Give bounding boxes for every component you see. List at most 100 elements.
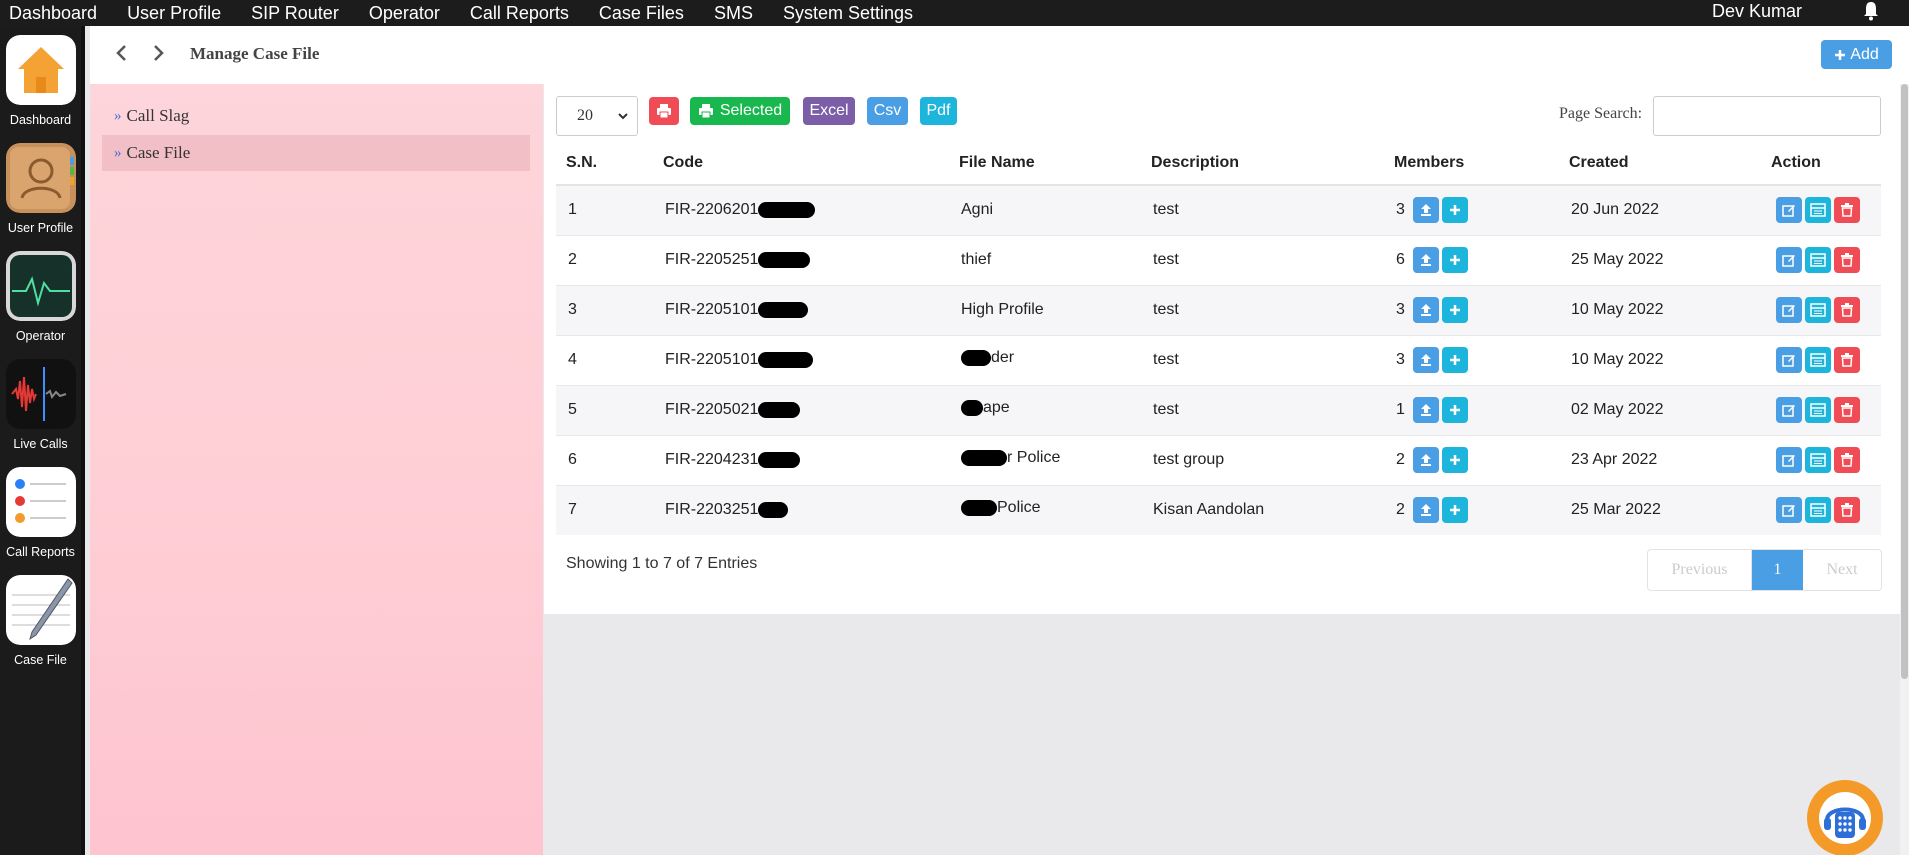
menu-call-reports[interactable]: Call Reports [470, 3, 569, 24]
table-row[interactable]: 3 FIR-2205101 High Profile test 3 10 May 2022 [556, 284, 1881, 335]
table-row[interactable]: 5 FIR-2205021 ape test 1 02 May 2022 [556, 384, 1881, 435]
scrollbar-thumb[interactable] [1901, 84, 1908, 679]
edit-icon [1782, 205, 1795, 217]
csv-button[interactable]: Csv [867, 97, 908, 125]
menu-user-profile[interactable]: User Profile [127, 3, 221, 24]
edit-button[interactable] [1776, 247, 1802, 273]
col-sn[interactable]: S.N. [556, 141, 653, 186]
print-button[interactable] [649, 97, 679, 125]
view-button[interactable] [1805, 397, 1831, 423]
cell-description: test [1141, 384, 1384, 435]
upload-members-button[interactable] [1413, 247, 1439, 273]
col-file-name[interactable]: File Name [949, 141, 1141, 186]
edit-button[interactable] [1776, 497, 1802, 524]
menu-sms[interactable]: SMS [714, 3, 753, 24]
add-member-button[interactable] [1442, 197, 1468, 224]
created-date: 25 Mar 2022 [1571, 501, 1661, 519]
dock-user-profile[interactable]: User Profile [0, 143, 81, 235]
list-view-icon [1810, 203, 1826, 217]
view-button[interactable] [1805, 247, 1831, 273]
user-name[interactable]: Dev Kumar [1712, 0, 1802, 22]
add-button[interactable]: Add [1821, 40, 1892, 69]
edit-button[interactable] [1776, 347, 1802, 373]
table-row[interactable]: 1 FIR-2206201 Agni test 3 20 Jun 2022 [556, 184, 1881, 235]
upload-members-button[interactable] [1413, 497, 1439, 524]
page-scrollbar[interactable] [1900, 84, 1909, 855]
add-member-button[interactable] [1442, 247, 1468, 273]
print-selected-button[interactable]: Selected [690, 97, 790, 125]
dock-operator[interactable]: Operator [0, 251, 81, 343]
col-members[interactable]: Members [1384, 141, 1559, 186]
back-arrow-icon[interactable] [112, 43, 132, 63]
upload-members-button[interactable] [1413, 347, 1439, 373]
pagination: Previous 1 Next [1647, 549, 1882, 591]
upload-members-button[interactable] [1413, 297, 1439, 323]
dock-dashboard[interactable]: Dashboard [0, 35, 81, 127]
delete-button[interactable] [1834, 397, 1860, 423]
bell-icon[interactable] [1862, 1, 1880, 21]
delete-button[interactable] [1834, 297, 1860, 323]
table-row[interactable]: 4 FIR-2205101 der test 3 10 May 2022 [556, 334, 1881, 385]
upload-members-button[interactable] [1413, 197, 1439, 224]
edit-button[interactable] [1776, 397, 1802, 423]
plus-icon [1450, 455, 1460, 465]
delete-button[interactable] [1834, 247, 1860, 273]
support-chat-button[interactable] [1807, 780, 1883, 855]
menu-case-files[interactable]: Case Files [599, 3, 684, 24]
menu-sip-router[interactable]: SIP Router [251, 3, 339, 24]
add-member-button[interactable] [1442, 347, 1468, 373]
sidebar-item-call-slag[interactable]: » Call Slag [102, 98, 530, 134]
next-page-button[interactable]: Next [1803, 550, 1881, 590]
edit-button[interactable] [1776, 297, 1802, 323]
table-row[interactable]: 2 FIR-2205251 thief test 6 25 May 2022 [556, 234, 1881, 285]
view-button[interactable] [1805, 347, 1831, 373]
previous-page-button[interactable]: Previous [1648, 550, 1752, 590]
search-input[interactable] [1653, 96, 1881, 136]
add-member-button[interactable] [1442, 447, 1468, 473]
upload-icon [1421, 454, 1431, 466]
add-member-button[interactable] [1442, 397, 1468, 423]
code-text: FIR-2205101 [665, 301, 759, 318]
edit-button[interactable] [1776, 197, 1802, 224]
created-date: 23 Apr 2022 [1571, 451, 1658, 468]
view-button[interactable] [1805, 497, 1831, 524]
col-code[interactable]: Code [653, 141, 949, 186]
page-size-select[interactable]: 20 [556, 96, 638, 136]
view-button[interactable] [1805, 197, 1831, 224]
cell-action [1761, 484, 1881, 535]
menu-dashboard[interactable]: Dashboard [9, 3, 97, 24]
printer-icon [657, 104, 671, 119]
menu-operator[interactable]: Operator [369, 3, 440, 24]
menu-system-settings[interactable]: System Settings [783, 3, 913, 24]
delete-button[interactable] [1834, 497, 1860, 524]
sidebar-item-case-file[interactable]: » Case File [102, 135, 530, 171]
view-button[interactable] [1805, 297, 1831, 323]
delete-button[interactable] [1834, 347, 1860, 373]
reminders-list-icon [5, 467, 76, 537]
add-member-button[interactable] [1442, 497, 1468, 524]
add-member-button[interactable] [1442, 297, 1468, 323]
upload-members-button[interactable] [1413, 447, 1439, 473]
page-1-button[interactable]: 1 [1752, 550, 1803, 590]
case-file-card: 20 Selected Excel Csv Pdf Page Search: S… [544, 84, 1907, 614]
edit-button[interactable] [1776, 447, 1802, 473]
delete-button[interactable] [1834, 197, 1860, 224]
dock-call-reports[interactable]: Call Reports [0, 467, 81, 559]
delete-button[interactable] [1834, 447, 1860, 473]
dock-case-file[interactable]: Case File [0, 575, 81, 667]
redaction-mark [758, 402, 801, 418]
table-row[interactable]: 7 FIR-2203251 Police Kisan Aandolan 2 25 Mar… [556, 484, 1881, 535]
pdf-button[interactable]: Pdf [920, 97, 957, 125]
forward-arrow-icon[interactable] [148, 43, 168, 63]
upload-members-button[interactable] [1413, 397, 1439, 423]
col-action[interactable]: Action [1761, 141, 1881, 186]
view-button[interactable] [1805, 447, 1831, 473]
edit-icon [1782, 255, 1795, 267]
table-row[interactable]: 6 FIR-2204231 r Police test group 2 23 Apr 20… [556, 434, 1881, 485]
edit-icon [1782, 455, 1795, 467]
created-date: 25 May 2022 [1571, 251, 1664, 268]
dock-live-calls[interactable]: Live Calls [0, 359, 81, 451]
excel-button[interactable]: Excel [803, 97, 855, 125]
col-created[interactable]: Created [1559, 141, 1761, 186]
col-description[interactable]: Description [1141, 141, 1384, 186]
